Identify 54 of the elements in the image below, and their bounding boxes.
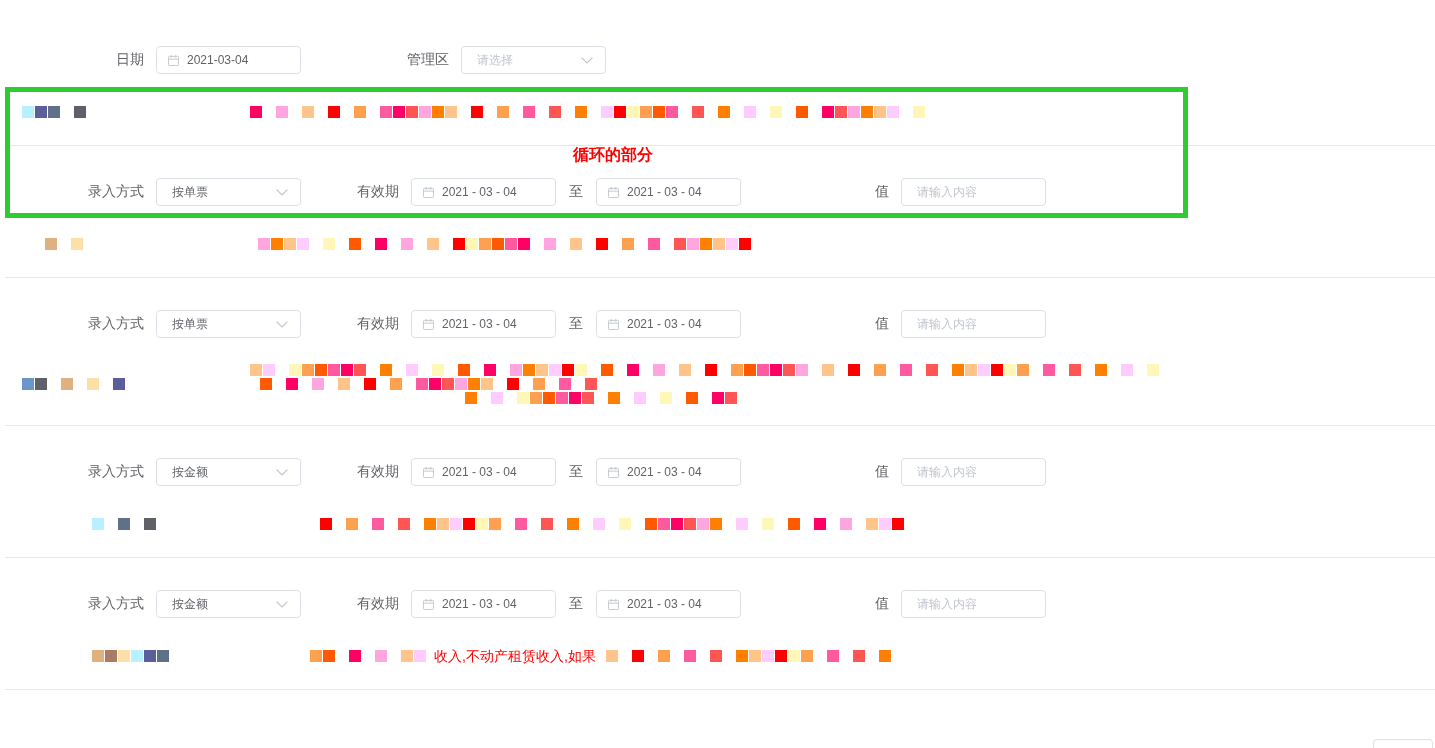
date-field[interactable]: 2021 - 03 - 04: [411, 178, 556, 206]
date-field[interactable]: 2021 - 03 - 04: [411, 458, 556, 486]
chevron-down-icon: [581, 56, 593, 64]
description-text: 收入,不动产租赁收入,如果: [434, 648, 596, 664]
input-field[interactable]: 请输入内容: [901, 310, 1046, 338]
range-separator: 至: [568, 315, 584, 333]
chevron-down-icon: [276, 188, 288, 196]
select-field[interactable]: 按金额: [156, 458, 301, 486]
calendar-icon: [423, 318, 434, 330]
redacted-label-mosaic: [22, 106, 86, 118]
select-field[interactable]: 按金额: [156, 590, 301, 618]
field-label: 值: [874, 463, 890, 481]
calendar-icon: [423, 598, 434, 610]
field-label: 录入方式: [87, 463, 145, 481]
field-label: 有效期: [356, 463, 400, 481]
select-field[interactable]: 按单票: [156, 310, 301, 338]
field-label: 值: [874, 183, 890, 201]
date-field[interactable]: 2021 - 03 - 04: [596, 310, 741, 338]
chevron-down-icon: [276, 320, 288, 328]
calendar-icon: [608, 466, 619, 478]
field-label: 有效期: [356, 315, 400, 333]
field-label: 日期: [115, 51, 145, 69]
calendar-icon: [423, 466, 434, 478]
field-label: 录入方式: [87, 315, 145, 333]
field-label: 值: [874, 595, 890, 613]
field-label: 值: [874, 315, 890, 333]
annotation-label: 循环的部分: [573, 145, 653, 165]
redacted-label-mosaic: [92, 518, 156, 530]
field-label: 有效期: [356, 183, 400, 201]
select-field[interactable]: 按单票: [156, 178, 301, 206]
field-label: 有效期: [356, 595, 400, 613]
chevron-down-icon: [276, 468, 288, 476]
chevron-down-icon: [276, 600, 288, 608]
calendar-icon: [423, 186, 434, 198]
field-label: 录入方式: [87, 595, 145, 613]
calendar-icon: [608, 318, 619, 330]
range-separator: 至: [568, 463, 584, 481]
date-field[interactable]: 2021 - 03 - 04: [596, 458, 741, 486]
range-separator: 至: [568, 595, 584, 613]
input-field[interactable]: 请输入内容: [901, 458, 1046, 486]
range-separator: 至: [568, 183, 584, 201]
input-field[interactable]: 请输入内容: [901, 178, 1046, 206]
date-field[interactable]: 2021-03-04: [156, 46, 301, 74]
calendar-icon: [608, 186, 619, 198]
input-field[interactable]: 请输入内容: [901, 590, 1046, 618]
date-field[interactable]: 2021 - 03 - 04: [596, 178, 741, 206]
calendar-icon: [168, 54, 179, 66]
date-field[interactable]: 2021 - 03 - 04: [411, 310, 556, 338]
field-label: 管理区: [406, 51, 450, 69]
redacted-label-mosaic: [45, 238, 83, 250]
field-label: 录入方式: [87, 183, 145, 201]
date-field[interactable]: 2021 - 03 - 04: [411, 590, 556, 618]
calendar-icon: [608, 598, 619, 610]
date-field[interactable]: 2021 - 03 - 04: [596, 590, 741, 618]
